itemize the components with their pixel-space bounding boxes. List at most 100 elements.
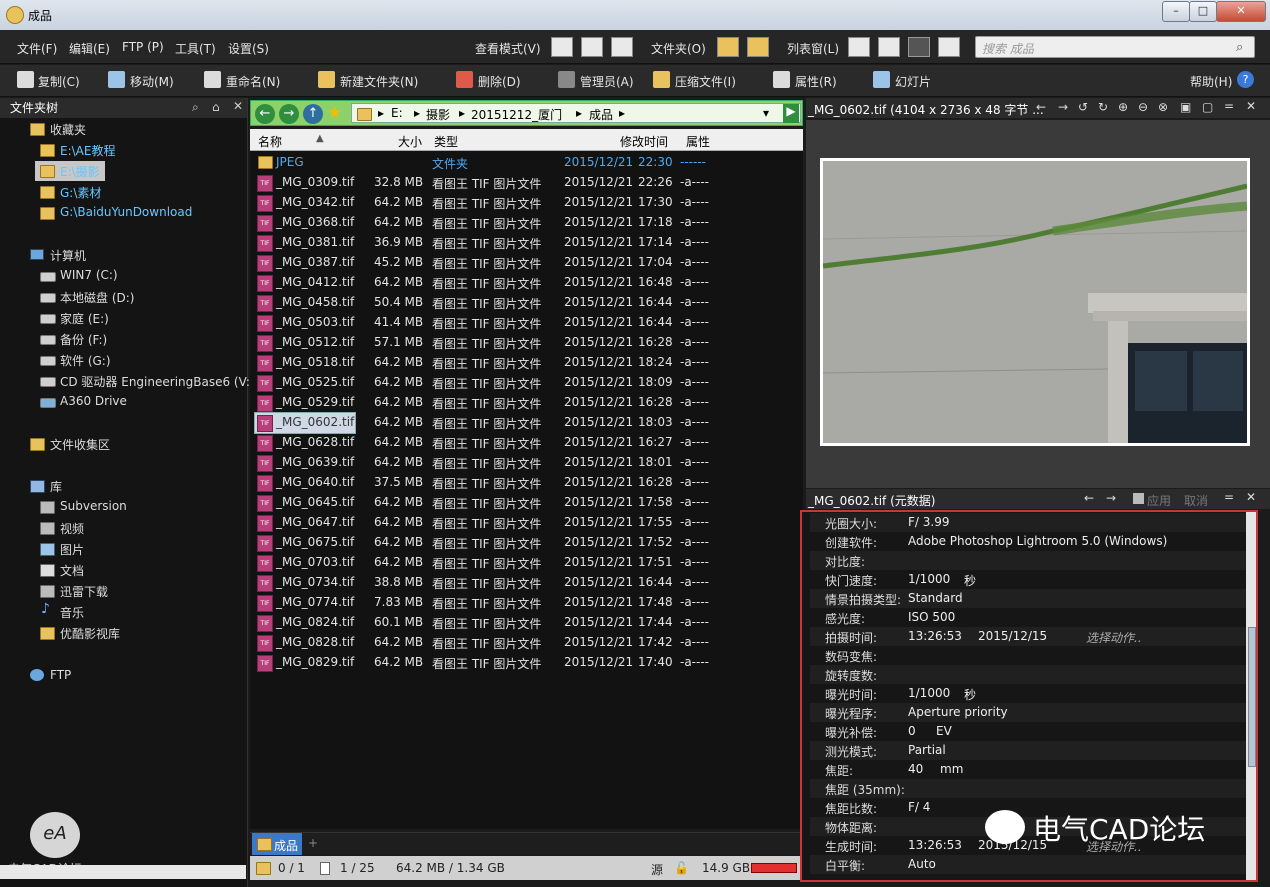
- close-pane-icon[interactable]: ✕: [1246, 99, 1256, 113]
- metadata-row[interactable]: 旋转度数:: [810, 665, 1246, 684]
- metadata-row[interactable]: 数码变焦:: [810, 646, 1246, 665]
- library-documents[interactable]: 文档: [60, 562, 84, 579]
- crumb-photography[interactable]: 摄影: [426, 106, 450, 123]
- file-row[interactable]: TIF _MG_0458.tif 50.4 MB 看图王 TIF 图片文件 2015/1…: [252, 292, 732, 312]
- apply-button[interactable]: 应用: [1147, 492, 1171, 509]
- column-size[interactable]: 大小: [398, 133, 422, 150]
- metadata-row[interactable]: 测光模式: Partial: [810, 741, 1246, 760]
- minimize-button[interactable]: –: [1162, 1, 1190, 22]
- column-attr[interactable]: 属性: [686, 133, 710, 150]
- unlock-icon[interactable]: 🔓: [674, 861, 689, 875]
- rotate-left-icon[interactable]: ↺: [1078, 100, 1088, 114]
- file-row[interactable]: TIF _MG_0368.tif 64.2 MB 看图王 TIF 图片文件 2015/1…: [252, 212, 732, 232]
- file-row[interactable]: TIF _MG_0675.tif 64.2 MB 看图王 TIF 图片文件 2015/1…: [252, 532, 732, 552]
- next-meta-icon[interactable]: →: [1106, 491, 1116, 505]
- file-row[interactable]: TIF _MG_0525.tif 64.2 MB 看图王 TIF 图片文件 2015/1…: [252, 372, 732, 392]
- metadata-row[interactable]: 对比度:: [810, 551, 1246, 570]
- view-mode-label[interactable]: 查看模式(V): [475, 40, 541, 57]
- view-details-icon[interactable]: [551, 37, 573, 57]
- lock-icon[interactable]: ⌂: [212, 100, 220, 114]
- next-image-icon[interactable]: →: [1058, 100, 1068, 114]
- go-icon[interactable]: ▶: [783, 104, 799, 123]
- maximize-button[interactable]: □: [1189, 1, 1217, 22]
- library-label[interactable]: 库: [50, 478, 62, 495]
- menu-file[interactable]: 文件(F): [17, 40, 57, 57]
- folder-label[interactable]: 文件夹(O): [651, 40, 706, 57]
- search-input[interactable]: 搜索 成品: [975, 36, 1255, 58]
- file-row[interactable]: TIF _MG_0518.tif 64.2 MB 看图王 TIF 图片文件 2015/1…: [252, 352, 732, 372]
- minimize-pane-icon[interactable]: =: [1224, 99, 1234, 113]
- view-thumbnails-icon[interactable]: [611, 37, 633, 57]
- metadata-row[interactable]: 创建软件: Adobe Photoshop Lightroom 5.0 (Wind…: [810, 532, 1246, 551]
- favorites-label[interactable]: 收藏夹: [50, 121, 86, 138]
- folder-icon[interactable]: [717, 37, 739, 57]
- apply-checkbox[interactable]: [1133, 493, 1144, 504]
- delete-button[interactable]: 删除(D): [478, 73, 521, 90]
- search-icon[interactable]: ⌕: [1236, 40, 1243, 55]
- computer-label[interactable]: 计算机: [50, 247, 86, 264]
- file-row[interactable]: TIF _MG_0640.tif 37.5 MB 看图王 TIF 图片文件 2015/1…: [252, 472, 732, 492]
- metadata-row[interactable]: 曝光程序: Aperture priority: [810, 703, 1246, 722]
- crumb-trip[interactable]: 20151212_厦门: [471, 106, 562, 123]
- library-youku[interactable]: 优酷影视库: [60, 625, 120, 642]
- list-layout-3-icon[interactable]: [908, 37, 930, 57]
- metadata-row[interactable]: 拍摄时间: 13:26:53 2015/12/15 选择动作..: [810, 627, 1246, 646]
- file-row[interactable]: TIF _MG_0703.tif 64.2 MB 看图王 TIF 图片文件 2015/1…: [252, 552, 732, 572]
- rename-button[interactable]: 重命名(N): [226, 73, 280, 90]
- file-row[interactable]: TIF _MG_0529.tif 64.2 MB 看图王 TIF 图片文件 2015/1…: [252, 392, 732, 412]
- drive-e[interactable]: 家庭 (E:): [60, 310, 109, 327]
- drive-g[interactable]: 软件 (G:): [60, 352, 111, 369]
- crumb-drive[interactable]: E:: [391, 106, 403, 120]
- preview-image[interactable]: [820, 158, 1250, 446]
- zoom-fit-icon[interactable]: ⊗: [1158, 100, 1168, 114]
- menu-settings[interactable]: 设置(S): [228, 40, 269, 57]
- file-row[interactable]: TIF _MG_0342.tif 64.2 MB 看图王 TIF 图片文件 2015/1…: [252, 192, 732, 212]
- list-layout-4-icon[interactable]: [938, 37, 960, 57]
- favorite-ae[interactable]: E:\AE教程: [60, 142, 115, 159]
- file-row[interactable]: TIF _MG_0412.tif 64.2 MB 看图王 TIF 图片文件 2015/1…: [252, 272, 732, 292]
- search-icon[interactable]: ⌕: [192, 100, 199, 115]
- collection-label[interactable]: 文件收集区: [50, 436, 110, 453]
- crumb-current[interactable]: 成品: [589, 106, 613, 123]
- column-type[interactable]: 类型: [434, 133, 458, 150]
- address-dropdown-icon[interactable]: ▾: [763, 106, 769, 120]
- library-xunlei[interactable]: 迅雷下载: [60, 583, 108, 600]
- list-layout-2-icon[interactable]: [878, 37, 900, 57]
- up-icon[interactable]: ↑: [303, 104, 323, 124]
- file-row[interactable]: TIF _MG_0309.tif 32.8 MB 看图王 TIF 图片文件 2015/1…: [252, 172, 732, 192]
- view-tiles-icon[interactable]: [581, 37, 603, 57]
- file-row[interactable]: TIF _MG_0734.tif 38.8 MB 看图王 TIF 图片文件 2015/1…: [252, 572, 732, 592]
- forward-icon[interactable]: →: [279, 104, 299, 124]
- close-pane-icon[interactable]: ✕: [1246, 490, 1256, 504]
- folder-tree-icon[interactable]: [747, 37, 769, 57]
- rotate-right-icon[interactable]: ↻: [1098, 100, 1108, 114]
- zoom-out-icon[interactable]: ⊖: [1138, 100, 1148, 114]
- drive-v[interactable]: CD 驱动器 EngineeringBase6 (V:): [60, 373, 255, 390]
- favorite-photography[interactable]: E:\摄影: [60, 163, 100, 180]
- metadata-action[interactable]: 选择动作..: [1086, 629, 1142, 646]
- column-name[interactable]: 名称: [258, 133, 282, 150]
- help-icon[interactable]: ?: [1237, 71, 1254, 88]
- file-row[interactable]: TIF _MG_0647.tif 64.2 MB 看图王 TIF 图片文件 2015/1…: [252, 512, 732, 532]
- star-icon[interactable]: ★: [327, 103, 342, 123]
- list-window-label[interactable]: 列表窗(L): [787, 40, 839, 57]
- metadata-row[interactable]: 焦距 (35mm):: [810, 779, 1246, 798]
- status-source[interactable]: 源: [651, 861, 663, 878]
- fullscreen-icon[interactable]: ▣: [1180, 100, 1191, 114]
- manager-button[interactable]: 管理员(A): [580, 73, 634, 90]
- drive-a360[interactable]: A360 Drive: [60, 394, 127, 408]
- prev-image-icon[interactable]: ←: [1036, 100, 1046, 114]
- file-row[interactable]: TIF _MG_0774.tif 7.83 MB 看图王 TIF 图片文件 2015/1…: [252, 592, 732, 612]
- file-row[interactable]: TIF _MG_0381.tif 36.9 MB 看图王 TIF 图片文件 2015/1…: [252, 232, 732, 252]
- ftp-label[interactable]: FTP: [50, 668, 71, 682]
- metadata-row[interactable]: 焦距: 40 mm: [810, 760, 1246, 779]
- new-tab-icon[interactable]: +: [308, 836, 318, 850]
- drive-f[interactable]: 备份 (F:): [60, 331, 107, 348]
- file-row[interactable]: TIF _MG_0824.tif 60.1 MB 看图王 TIF 图片文件 2015/1…: [252, 612, 732, 632]
- drive-d[interactable]: 本地磁盘 (D:): [60, 289, 134, 306]
- zoom-in-icon[interactable]: ⊕: [1118, 100, 1128, 114]
- file-row[interactable]: TIF _MG_0503.tif 41.4 MB 看图王 TIF 图片文件 2015/1…: [252, 312, 732, 332]
- metadata-row[interactable]: 白平衡: Auto: [810, 855, 1246, 874]
- column-modified[interactable]: 修改时间: [620, 133, 668, 150]
- compress-button[interactable]: 压缩文件(I): [675, 73, 736, 90]
